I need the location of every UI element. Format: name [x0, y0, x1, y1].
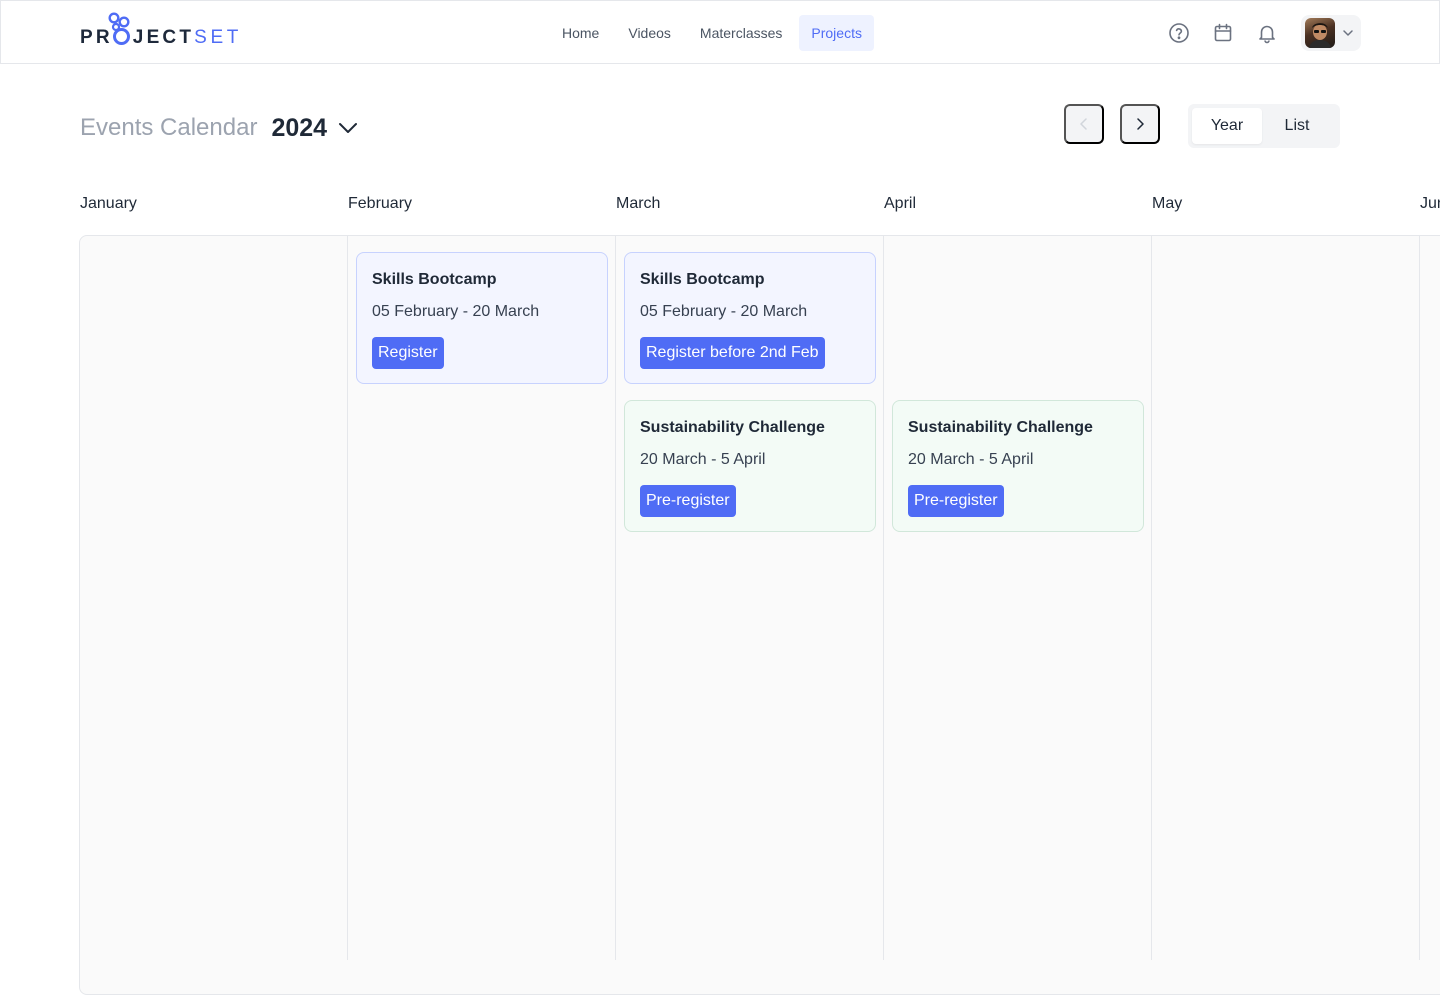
logo-text-part2: JECT [132, 27, 195, 48]
column-divider [883, 235, 884, 960]
month-header-march: March [616, 195, 661, 212]
event-card-skills-bootcamp-feb[interactable]: Skills Bootcamp 05 February - 20 March R… [356, 252, 608, 384]
header-icon-group [1167, 21, 1279, 45]
event-title: Sustainability Challenge [640, 419, 825, 436]
column-divider [1151, 235, 1152, 960]
event-dates: 05 February - 20 March [372, 303, 540, 320]
main-nav: Home Videos Materclasses Projects [550, 15, 874, 51]
event-dates: 20 March - 5 April [640, 451, 766, 468]
view-list-option[interactable]: List [1262, 108, 1332, 144]
help-circle-icon[interactable] [1167, 21, 1191, 45]
chevron-left-icon [1080, 118, 1087, 130]
event-card-sustainability-apr[interactable]: Sustainability Challenge 20 March - 5 Ap… [892, 400, 1144, 532]
bell-icon[interactable] [1255, 21, 1279, 45]
event-dates: 20 March - 5 April [908, 451, 1034, 468]
nav-videos[interactable]: Videos [616, 15, 683, 51]
avatar [1305, 18, 1335, 48]
event-card-skills-bootcamp-mar[interactable]: Skills Bootcamp 05 February - 20 March R… [624, 252, 876, 384]
calendar-header: Events Calendar 2024 [80, 106, 359, 150]
view-year-option[interactable]: Year [1192, 108, 1262, 144]
year-value: 2024 [271, 113, 328, 142]
month-header-february: February [348, 195, 413, 212]
logo-wordmark: PR JECTSET [80, 28, 242, 53]
year-selector[interactable]: 2024 [271, 114, 359, 143]
column-divider [615, 235, 616, 960]
logo-text-part3: SET [194, 27, 242, 48]
month-header-may: May [1152, 195, 1183, 212]
chevron-down-icon [339, 123, 358, 133]
chevron-down-icon [1343, 30, 1353, 36]
month-header-january: January [80, 195, 137, 212]
column-divider [347, 235, 348, 960]
event-title: Skills Bootcamp [640, 271, 765, 288]
top-navigation-bar: PR JECTSET Home Videos Materclasses Proje… [0, 0, 1440, 64]
user-menu[interactable] [1301, 15, 1361, 51]
event-title: Skills Bootcamp [372, 271, 497, 288]
page-title: Events Calendar [80, 114, 258, 141]
event-dates: 05 February - 20 March [640, 303, 808, 320]
pre-register-button[interactable]: Pre-register [908, 485, 1004, 517]
pre-register-button[interactable]: Pre-register [640, 485, 736, 517]
view-toggle: Year List [1188, 104, 1340, 148]
event-title: Sustainability Challenge [908, 419, 1093, 436]
month-header-june: Jun [1420, 195, 1440, 212]
nav-masterclasses[interactable]: Materclasses [688, 15, 794, 51]
month-header-april: April [884, 195, 917, 212]
nav-home[interactable]: Home [550, 15, 611, 51]
register-before-button[interactable]: Register before 2nd Feb [640, 337, 825, 369]
next-year-button[interactable] [1120, 104, 1160, 144]
nav-projects[interactable]: Projects [799, 15, 874, 51]
register-button[interactable]: Register [372, 337, 444, 369]
previous-year-button[interactable] [1064, 104, 1104, 144]
avatar-portrait-icon [1309, 23, 1331, 48]
chevron-right-icon [1137, 118, 1144, 130]
event-card-sustainability-mar[interactable]: Sustainability Challenge 20 March - 5 Ap… [624, 400, 876, 532]
calendar-icon[interactable] [1211, 21, 1235, 45]
logo-o-ring [112, 28, 130, 45]
projectset-logo[interactable]: PR JECTSET [80, 12, 242, 53]
column-divider [1419, 235, 1420, 960]
